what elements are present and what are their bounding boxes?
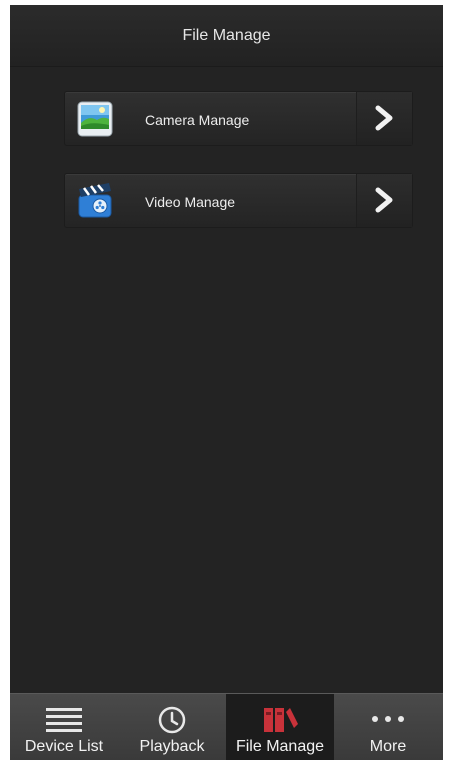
- tab-playback[interactable]: Playback: [118, 694, 226, 760]
- video-manage-label: Video Manage: [145, 194, 236, 210]
- tab-file-manage[interactable]: File Manage: [226, 694, 334, 760]
- page-title: File Manage: [182, 27, 271, 44]
- tab-device-list[interactable]: Device List: [10, 694, 118, 760]
- tab-device-list-label: Device List: [24, 738, 104, 755]
- chevron-right-icon: [375, 105, 393, 131]
- file-manage-screen: File Manage Camera Manage Video Manage D…: [10, 5, 443, 760]
- tab-more-label: More: [369, 738, 407, 755]
- camera-manage-label: Camera Manage: [145, 112, 250, 128]
- more-dots-icon: [367, 704, 409, 739]
- tab-more[interactable]: More: [334, 694, 442, 760]
- video-manage-row[interactable]: Video Manage: [64, 173, 413, 228]
- video-clapper-icon: [75, 181, 115, 221]
- photo-landscape-icon: [75, 99, 115, 139]
- tab-file-manage-label: File Manage: [235, 738, 325, 755]
- camera-manage-row[interactable]: Camera Manage: [64, 91, 413, 146]
- camera-manage-arrow[interactable]: [356, 92, 412, 145]
- video-manage-arrow[interactable]: [356, 174, 412, 227]
- clock-icon: [156, 704, 188, 741]
- list-icon: [44, 704, 84, 739]
- tab-playback-label: Playback: [139, 738, 205, 755]
- bottom-tab-bar: Device List Playback File Manage More: [10, 693, 443, 760]
- chevron-right-icon: [375, 187, 393, 213]
- folders-icon: [260, 704, 300, 741]
- header-bar: File Manage: [10, 5, 443, 67]
